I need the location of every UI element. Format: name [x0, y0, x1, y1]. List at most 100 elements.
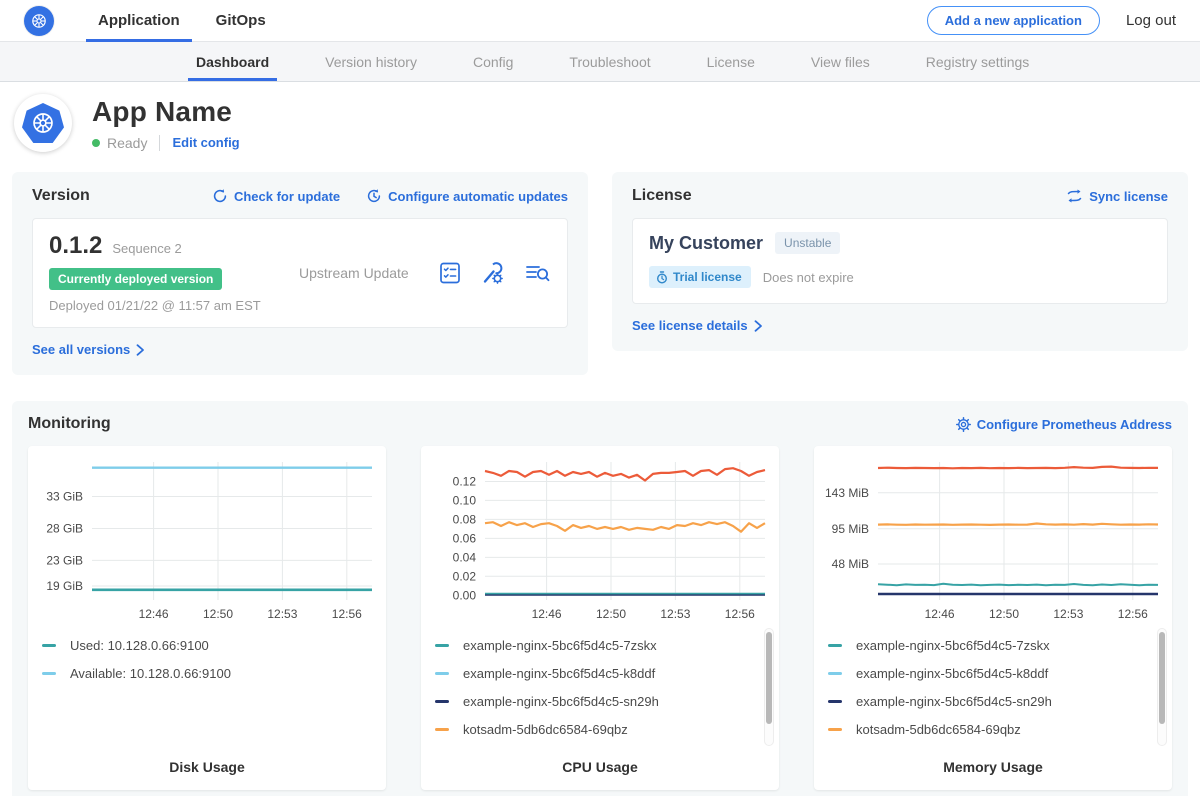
memory-usage-chart-title: Memory Usage: [814, 759, 1172, 775]
customer-name: My Customer: [649, 233, 763, 254]
svg-text:48 MiB: 48 MiB: [832, 557, 869, 571]
disk-usage-chart: 33 GiB28 GiB23 GiB19 GiB12:4612:5012:531…: [34, 454, 380, 626]
subnav-tab-registry-settings[interactable]: Registry settings: [918, 42, 1037, 81]
memory-usage-legend: example-nginx-5bc6f5d4c5-7zskx example-ng…: [814, 626, 1172, 752]
topnav-tabs: Application GitOps: [86, 0, 290, 41]
check-for-update-link[interactable]: Check for update: [212, 188, 340, 204]
version-sequence: Sequence 2: [112, 241, 181, 256]
svg-text:12:53: 12:53: [267, 607, 297, 621]
legend-color-dash: [828, 700, 842, 703]
sync-arrows-icon: [1066, 189, 1083, 203]
subnav-tab-config[interactable]: Config: [465, 42, 521, 81]
svg-text:12:53: 12:53: [1053, 607, 1083, 621]
subnav-tab-troubleshoot[interactable]: Troubleshoot: [561, 42, 658, 81]
add-new-application-button[interactable]: Add a new application: [927, 6, 1100, 35]
see-license-details-link[interactable]: See license details: [632, 318, 763, 333]
chevron-right-icon: [136, 344, 145, 356]
tab-application-label: Application: [98, 12, 180, 29]
svg-text:33 GiB: 33 GiB: [46, 490, 83, 504]
svg-text:143 MiB: 143 MiB: [825, 486, 869, 500]
cpu-usage-legend: example-nginx-5bc6f5d4c5-7zskx example-ng…: [421, 626, 779, 752]
legend-scrollbar-thumb[interactable]: [1159, 632, 1165, 724]
svg-text:12:56: 12:56: [725, 607, 755, 621]
legend-label: example-nginx-5bc6f5d4c5-k8ddf: [463, 666, 655, 681]
svg-text:0.04: 0.04: [453, 550, 477, 564]
cpu-usage-chart-title: CPU Usage: [421, 759, 779, 775]
legend-item: example-nginx-5bc6f5d4c5-7zskx: [435, 638, 761, 653]
subnav-tab-license[interactable]: License: [699, 42, 763, 81]
cpu-usage-chart: 0.120.100.080.060.040.020.0012:4612:5012…: [427, 454, 773, 626]
legend-scrollbar[interactable]: [764, 628, 774, 746]
svg-text:0.10: 0.10: [453, 493, 477, 507]
divider: [159, 135, 160, 151]
status-text: Ready: [107, 135, 147, 151]
kubernetes-logo-icon: [24, 6, 54, 36]
view-logs-icon[interactable]: [523, 260, 551, 286]
disk-usage-legend: Used: 10.128.0.66:9100Available: 10.128.…: [28, 626, 386, 752]
memory-usage-chart: 143 MiB95 MiB48 MiB12:4612:5012:5312:56: [820, 454, 1166, 626]
legend-item: example-nginx-5bc6f5d4c5-k8ddf: [435, 666, 761, 681]
subnav-tab-version-history[interactable]: Version history: [317, 42, 425, 81]
legend-label: kotsadm-5db6dc6584-69qbz: [856, 722, 1021, 737]
deployed-timestamp: Deployed 01/21/22 @ 11:57 am EST: [49, 298, 299, 313]
memory-usage-chart-card: 143 MiB95 MiB48 MiB12:4612:5012:5312:56 …: [814, 446, 1172, 790]
legend-item: example-nginx-5bc6f5d4c5-7zskx: [828, 638, 1154, 653]
legend-label: kotsadm-5db6dc6584-69qbz: [463, 722, 628, 737]
svg-text:12:50: 12:50: [596, 607, 626, 621]
subnav-tab-dashboard[interactable]: Dashboard: [188, 42, 277, 81]
sync-license-link[interactable]: Sync license: [1066, 189, 1168, 204]
see-all-versions-label: See all versions: [32, 342, 130, 357]
trial-license-badge: Trial license: [649, 266, 751, 288]
tab-application[interactable]: Application: [86, 0, 192, 41]
legend-item: kotsadm-5db6dc6584-69qbz: [828, 722, 1154, 737]
subnav-tab-view-files[interactable]: View files: [803, 42, 878, 81]
configure-prometheus-link[interactable]: Configure Prometheus Address: [956, 417, 1172, 432]
legend-item: example-nginx-5bc6f5d4c5-k8ddf: [828, 666, 1154, 681]
legend-label: Used: 10.128.0.66:9100: [70, 638, 209, 653]
app-logo-icon: [14, 94, 72, 152]
legend-color-dash: [42, 672, 56, 675]
see-all-versions-link[interactable]: See all versions: [32, 342, 145, 357]
svg-text:12:56: 12:56: [332, 607, 362, 621]
configure-automatic-updates-label: Configure automatic updates: [388, 189, 568, 204]
svg-text:12:50: 12:50: [203, 607, 233, 621]
legend-item: kotsadm-5db6dc6584-69qbz: [435, 722, 761, 737]
config-wrench-icon[interactable]: [480, 260, 506, 286]
version-card: Version Check for update: [12, 172, 588, 375]
tab-gitops[interactable]: GitOps: [204, 0, 278, 41]
refresh-icon: [212, 188, 228, 204]
svg-text:0.00: 0.00: [453, 588, 477, 602]
configure-prometheus-label: Configure Prometheus Address: [977, 417, 1172, 432]
svg-text:0.02: 0.02: [453, 569, 477, 583]
ready-status-dot: [92, 139, 100, 147]
app-subnav: Dashboard Version history Config Trouble…: [0, 42, 1200, 82]
legend-color-dash: [435, 700, 449, 703]
version-number: 0.1.2: [49, 232, 102, 260]
svg-text:12:56: 12:56: [1118, 607, 1148, 621]
stopwatch-icon: [656, 271, 668, 284]
clock-refresh-icon: [366, 188, 382, 204]
legend-scrollbar[interactable]: [1157, 628, 1167, 746]
trial-license-label: Trial license: [673, 270, 742, 284]
monitoring-title: Monitoring: [28, 415, 956, 433]
svg-text:12:53: 12:53: [660, 607, 690, 621]
preflight-checks-icon[interactable]: [437, 260, 463, 286]
tab-gitops-label: GitOps: [216, 12, 266, 29]
legend-scrollbar-thumb[interactable]: [766, 632, 772, 724]
legend-color-dash: [435, 672, 449, 675]
logout-button[interactable]: Log out: [1126, 12, 1176, 29]
release-type-label: Upstream Update: [299, 265, 409, 281]
legend-label: example-nginx-5bc6f5d4c5-sn29h: [856, 694, 1052, 709]
configure-automatic-updates-link[interactable]: Configure automatic updates: [366, 188, 568, 204]
chevron-right-icon: [754, 320, 763, 332]
legend-item: example-nginx-5bc6f5d4c5-sn29h: [828, 694, 1154, 709]
check-for-update-label: Check for update: [234, 189, 340, 204]
cpu-usage-chart-card: 0.120.100.080.060.040.020.0012:4612:5012…: [421, 446, 779, 790]
version-card-title: Version: [32, 187, 212, 205]
svg-text:12:50: 12:50: [989, 607, 1019, 621]
edit-config-link[interactable]: Edit config: [172, 135, 239, 150]
page-title: App Name: [92, 96, 240, 128]
svg-text:28 GiB: 28 GiB: [46, 521, 83, 535]
brand-logo[interactable]: [24, 0, 54, 41]
license-card: License Sync license My Custom: [612, 172, 1188, 351]
